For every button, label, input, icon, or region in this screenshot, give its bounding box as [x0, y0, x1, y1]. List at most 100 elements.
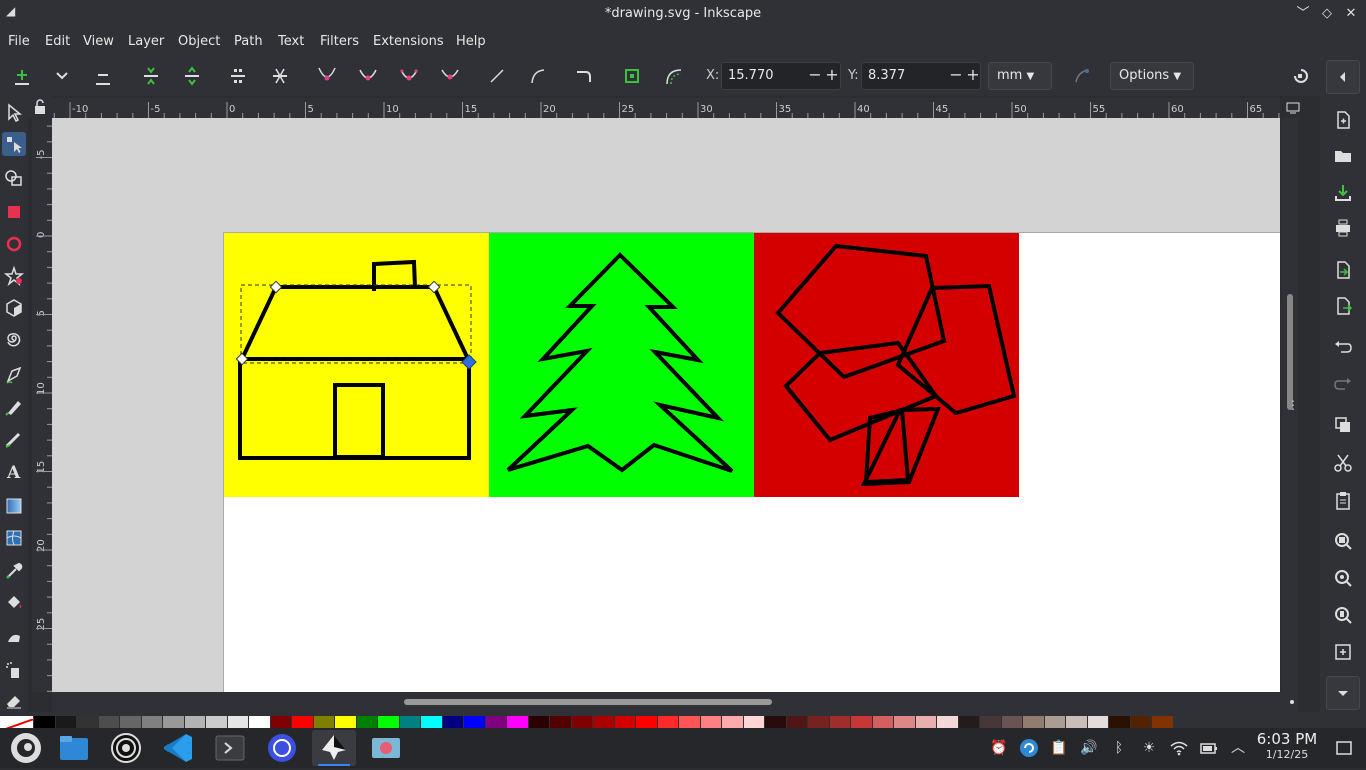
zoom-page-icon[interactable] — [1331, 603, 1355, 627]
gradient-tool-icon[interactable] — [2, 494, 26, 518]
color-swatch[interactable] — [958, 716, 980, 728]
x-decrement-button[interactable]: − — [808, 66, 822, 84]
color-swatch[interactable] — [98, 716, 120, 728]
segment-curve-icon[interactable] — [526, 64, 550, 88]
node-symmetric-icon[interactable] — [397, 64, 421, 88]
color-swatch[interactable] — [1066, 716, 1088, 728]
clock[interactable]: 6:03 PM 1/12/25 — [1252, 730, 1322, 761]
notifications-icon[interactable]: ⏰ — [989, 738, 1009, 758]
screenshot-tool-icon[interactable] — [364, 730, 408, 766]
color-swatch[interactable] — [464, 716, 486, 728]
node-auto-smooth-icon[interactable] — [438, 64, 462, 88]
color-swatch[interactable] — [227, 716, 249, 728]
inkscape-taskbar-icon[interactable] — [312, 730, 356, 766]
color-swatch[interactable] — [722, 716, 744, 728]
delete-node-icon[interactable] — [91, 64, 115, 88]
update-icon[interactable] — [1019, 738, 1039, 758]
display-mode-icon[interactable] — [1286, 100, 1300, 114]
lock-icon[interactable] — [28, 96, 52, 118]
dock-collapse-button[interactable] — [1326, 60, 1360, 94]
color-swatch[interactable] — [786, 716, 808, 728]
spray-tool-icon[interactable] — [2, 658, 26, 682]
zoom-drawing-icon[interactable] — [1331, 566, 1355, 590]
color-swatch[interactable] — [894, 716, 916, 728]
menu-object[interactable]: Object — [178, 34, 220, 49]
duplicate-icon[interactable] — [1331, 413, 1355, 437]
color-swatch[interactable] — [765, 716, 787, 728]
node-cusp-icon[interactable] — [315, 64, 339, 88]
color-swatch[interactable] — [356, 716, 378, 728]
show-desktop-icon[interactable] — [1334, 738, 1354, 758]
color-swatch[interactable] — [335, 716, 357, 728]
no-paint-swatch[interactable] — [0, 716, 35, 728]
maximize-icon[interactable]: ◇ — [1318, 5, 1336, 23]
mesh-tool-icon[interactable] — [2, 526, 26, 550]
color-swatch[interactable] — [829, 716, 851, 728]
screen-recorder-icon[interactable] — [260, 730, 304, 766]
bluetooth-icon[interactable]: ᛒ — [1109, 738, 1129, 758]
break-path-icon[interactable] — [180, 64, 204, 88]
color-swatch[interactable] — [421, 716, 443, 728]
color-swatch[interactable] — [399, 716, 421, 728]
redo-icon[interactable] — [1331, 372, 1355, 396]
y-coordinate-field[interactable]: 8.377 — [861, 62, 981, 90]
zoom-selection-icon[interactable] — [1331, 529, 1355, 553]
cut-icon[interactable] — [1331, 451, 1355, 475]
open-folder-icon[interactable] — [1331, 144, 1355, 168]
vscode-icon[interactable] — [156, 730, 200, 766]
color-swatch[interactable] — [550, 716, 572, 728]
selector-tool-icon[interactable] — [2, 101, 26, 125]
color-swatch[interactable] — [980, 716, 1002, 728]
horizontal-scrollbar[interactable] — [52, 692, 1298, 712]
color-swatch[interactable] — [120, 716, 142, 728]
paint-bucket-tool-icon[interactable] — [2, 590, 26, 614]
menu-help[interactable]: Help — [456, 34, 486, 49]
drawing-canvas[interactable] — [52, 118, 1280, 692]
undo-icon[interactable] — [1331, 335, 1355, 359]
color-swatch[interactable] — [1087, 716, 1109, 728]
more-options-icon[interactable]: ⋮ — [1287, 398, 1301, 412]
color-swatch[interactable] — [1130, 716, 1152, 728]
minimize-icon[interactable]: ﹀ — [1294, 5, 1312, 23]
join-nodes-icon[interactable] — [139, 64, 163, 88]
shape-builder-tool-icon[interactable] — [2, 166, 26, 190]
color-swatch[interactable] — [1023, 716, 1045, 728]
color-swatch[interactable] — [571, 716, 593, 728]
color-swatch[interactable] — [528, 716, 550, 728]
color-swatch[interactable] — [485, 716, 507, 728]
insert-node-icon[interactable] — [10, 64, 34, 88]
color-swatch[interactable] — [141, 716, 163, 728]
color-swatch[interactable] — [313, 716, 335, 728]
color-swatch[interactable] — [679, 716, 701, 728]
delete-segment-icon[interactable] — [268, 64, 292, 88]
y-increment-button[interactable]: + — [966, 66, 980, 84]
color-swatch[interactable] — [249, 716, 271, 728]
close-icon[interactable]: ✕ — [1342, 5, 1360, 23]
color-swatch[interactable] — [1044, 716, 1066, 728]
new-document-icon[interactable] — [1331, 108, 1355, 132]
tweak-tool-icon[interactable] — [2, 626, 26, 650]
color-swatch[interactable] — [442, 716, 464, 728]
calligraphy-tool-icon[interactable] — [2, 427, 26, 451]
color-swatch[interactable] — [636, 716, 658, 728]
chevron-down-icon[interactable] — [50, 64, 74, 88]
color-swatch[interactable] — [507, 716, 529, 728]
menu-edit[interactable]: Edit — [45, 34, 70, 49]
color-swatch[interactable] — [657, 716, 679, 728]
color-swatch[interactable] — [55, 716, 77, 728]
disk-usage-icon[interactable] — [104, 730, 148, 766]
menu-file[interactable]: File — [8, 34, 30, 49]
tray-expand-icon[interactable]: ︿ — [1228, 738, 1248, 758]
menu-text[interactable]: Text — [278, 34, 304, 49]
eraser-tool-icon[interactable] — [2, 688, 26, 712]
ellipse-tool-icon[interactable] — [2, 232, 26, 256]
vertical-scroll-thumb[interactable] — [1287, 294, 1293, 410]
wifi-icon[interactable] — [1169, 738, 1189, 758]
menu-view[interactable]: View — [83, 34, 114, 49]
paste-icon[interactable] — [1331, 489, 1355, 513]
horizontal-scroll-thumb[interactable] — [404, 699, 772, 705]
color-swatch[interactable] — [270, 716, 292, 728]
spiral-tool-icon[interactable] — [2, 328, 26, 352]
x-coordinate-field[interactable]: 15.770 — [721, 62, 841, 90]
color-swatch[interactable] — [851, 716, 873, 728]
